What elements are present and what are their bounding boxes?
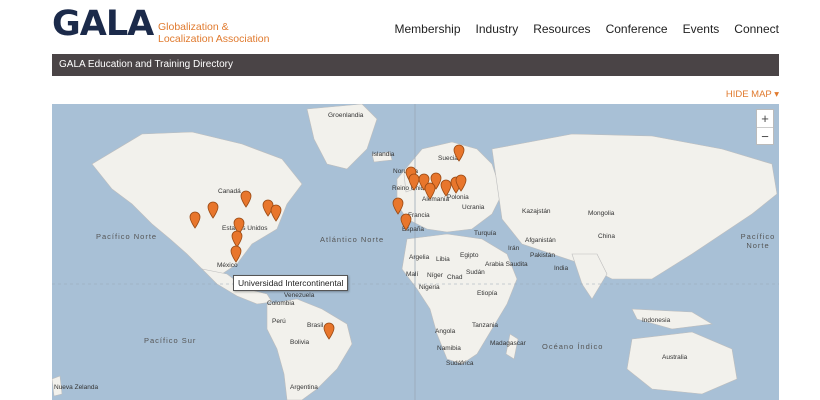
label-mali: Malí (406, 271, 419, 278)
label-pakistan: Pakistán (530, 252, 555, 259)
ocean-label-pacific-south: Pacífico Sur (144, 336, 197, 345)
map-marker-icon[interactable] (207, 201, 219, 219)
nav-resources[interactable]: Resources (533, 22, 590, 36)
label-afganistan: Afganistán (525, 237, 556, 244)
label-egipto: Egipto (460, 252, 479, 259)
label-china: China (598, 233, 615, 240)
nav-connect[interactable]: Connect (734, 22, 779, 36)
label-colombia: Colombia (267, 300, 295, 307)
label-kazajstan: Kazajstán (522, 208, 551, 215)
map-marker-icon[interactable] (240, 190, 252, 208)
ocean-label-indian: Océano Índico (542, 342, 604, 351)
ocean-label-pacific-north-1: Pacífico Norte (96, 232, 158, 241)
label-tanzania: Tanzania (472, 322, 499, 329)
label-canada: Canadá (218, 188, 241, 195)
map-marker-icon[interactable] (453, 144, 465, 162)
tagline-line-1: Globalization & (158, 21, 229, 33)
main-nav: Membership Industry Resources Conference… (394, 22, 779, 36)
label-ucrania: Ucrania (462, 204, 485, 211)
map-marker-icon[interactable] (189, 211, 201, 229)
label-peru: Perú (272, 318, 286, 325)
directory-title-bar: GALA Education and Training Directory (52, 54, 779, 76)
map-marker-icon[interactable] (424, 182, 436, 200)
ocean-label-pacific-north-2: Pacífico Norte (740, 232, 776, 250)
zoom-in-button[interactable]: + (757, 110, 773, 128)
label-namibia: Namibia (437, 345, 461, 352)
label-australia: Australia (662, 354, 688, 361)
label-arabia-saudita: Arabia Saudita (485, 261, 528, 268)
label-groenlandia: Groenlandia (328, 112, 364, 119)
nav-membership[interactable]: Membership (394, 22, 460, 36)
label-etiopia: Etiopía (477, 290, 498, 297)
ocean-label-atlantic-north: Atlántico Norte (320, 235, 385, 244)
zoom-control: + − (756, 109, 774, 145)
zoom-out-button[interactable]: − (757, 128, 773, 145)
map-marker-icon[interactable] (400, 213, 412, 231)
label-nueva-zelanda: Nueva Zelanda (54, 384, 99, 391)
label-bolivia: Bolivia (290, 339, 310, 346)
hide-map-link[interactable]: HIDE MAP ▾ (726, 89, 779, 100)
gala-logo[interactable]: GALA (52, 4, 154, 44)
label-iran: Irán (508, 245, 520, 252)
label-venezuela: Venezuela (284, 292, 315, 299)
map-marker-icon[interactable] (230, 245, 242, 263)
label-argentina: Argentina (290, 384, 318, 391)
label-libia: Libia (436, 256, 450, 263)
label-india: India (554, 265, 569, 272)
nav-industry[interactable]: Industry (476, 22, 519, 36)
map-marker-icon[interactable] (270, 204, 282, 222)
label-nigeria: Nigeria (419, 284, 440, 291)
map-marker-icon[interactable] (323, 322, 335, 340)
label-sudan: Sudán (466, 269, 485, 276)
label-madagascar: Madagascar (490, 340, 526, 347)
label-indonesia: Indonesia (642, 317, 671, 324)
site-header: GALA Globalization & Localization Associ… (0, 0, 820, 52)
label-argelia: Argelia (409, 254, 430, 261)
label-chad: Chad (447, 274, 463, 281)
world-map[interactable]: Pacífico Norte Pacífico Norte Atlántico … (52, 104, 779, 400)
logo-tagline: Globalization & Localization Association (158, 21, 270, 45)
label-mongolia: Mongolia (588, 210, 615, 217)
label-sudafrica: Sudáfrica (446, 360, 474, 367)
label-niger: Níger (427, 272, 443, 279)
label-brasil: Brasil (307, 322, 324, 329)
nav-conference[interactable]: Conference (606, 22, 668, 36)
marker-tooltip: Universidad Intercontinental (233, 275, 349, 291)
tagline-line-2: Localization Association (158, 33, 270, 45)
label-angola: Angola (435, 328, 456, 335)
label-islandia: Islandia (372, 151, 395, 158)
nav-events[interactable]: Events (683, 22, 720, 36)
label-turquia: Turquía (474, 230, 497, 237)
label-mexico: México (217, 262, 238, 269)
map-marker-icon[interactable] (455, 174, 467, 192)
